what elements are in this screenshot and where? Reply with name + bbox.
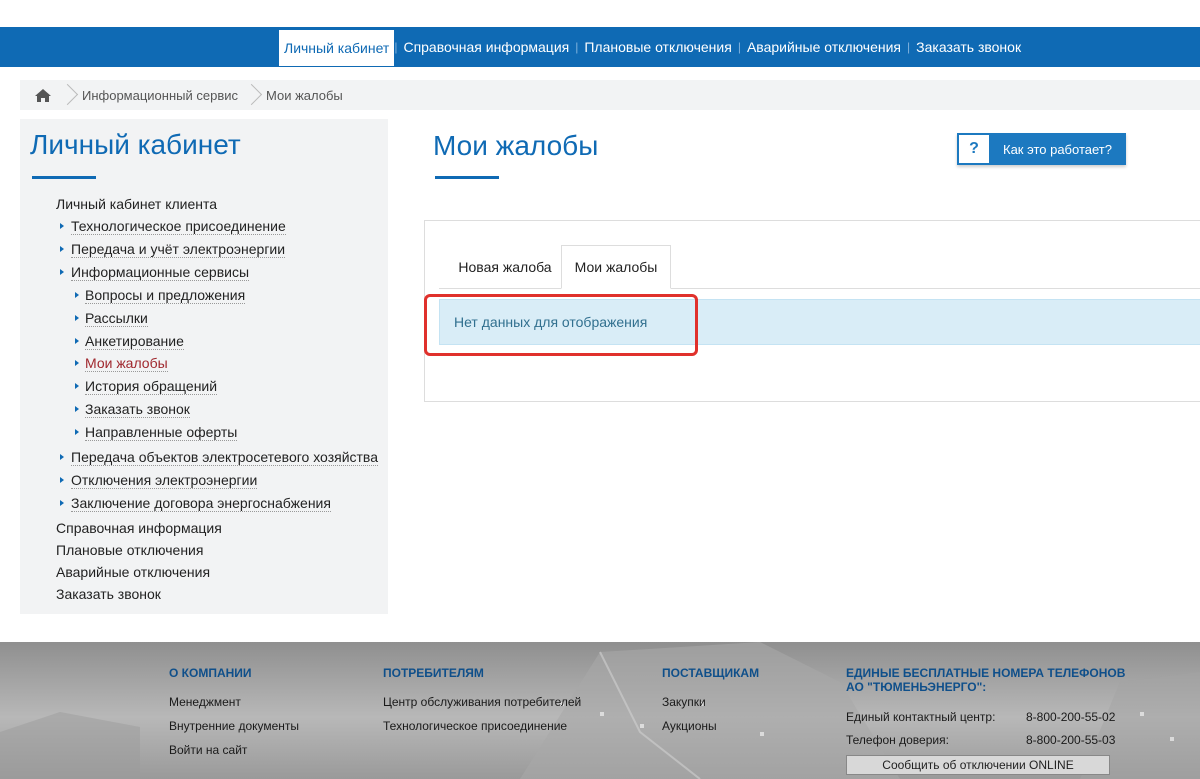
- breadcrumb-current: Мои жалобы: [266, 87, 343, 103]
- bullet-icon: [60, 269, 64, 275]
- bullet-icon: [60, 477, 64, 483]
- footer-phones-title-line2: АО "ТЮМЕНЬЭНЕРГО":: [846, 680, 987, 694]
- how-it-works-button[interactable]: ? Как это работает?: [957, 133, 1126, 165]
- footer-link-management[interactable]: Менеджмент: [169, 695, 241, 709]
- bullet-icon: [75, 383, 79, 389]
- footer-suppliers-title: ПОСТАВЩИКАМ: [662, 666, 760, 680]
- sidebar-item-emergency-outages[interactable]: Аварийные отключения: [56, 564, 210, 580]
- home-icon: [35, 88, 51, 102]
- bullet-icon: [60, 223, 64, 229]
- bullet-icon: [60, 500, 64, 506]
- sidebar-item-reference-info[interactable]: Справочная информация: [56, 520, 222, 536]
- nav-reference-info[interactable]: Справочная информация: [397, 27, 575, 67]
- sidebar-item-grid-transfer[interactable]: Передача объектов электросетевого хозяйс…: [71, 449, 378, 466]
- sidebar-item-info-services[interactable]: Информационные сервисы: [71, 264, 250, 281]
- sidebar-item-supply-contract[interactable]: Заключение договора энергоснабжения: [71, 495, 331, 512]
- breadcrumb: Информационный сервис Мои жалобы: [20, 80, 1200, 110]
- sidebar-item-request-history[interactable]: История обращений: [85, 378, 218, 395]
- nav-personal-account[interactable]: Личный кабинет: [279, 30, 395, 66]
- breadcrumb-separator: [246, 80, 258, 110]
- bullet-icon: [60, 454, 64, 460]
- sidebar-item-sent-offers[interactable]: Направленные оферты: [85, 424, 238, 441]
- top-navigation: Личный кабинет | Справочная информация |…: [0, 27, 1200, 67]
- footer: О КОМПАНИИ Менеджмент Внутренние докумен…: [0, 642, 1200, 779]
- footer-link-tech-connection[interactable]: Технологическое присоединение: [383, 719, 567, 733]
- footer-trust-line-number: 8-800-200-55-03: [1026, 733, 1116, 747]
- sidebar-item-order-call-sub[interactable]: Заказать звонок: [85, 401, 190, 418]
- bullet-icon: [75, 292, 79, 298]
- sidebar-item-questions[interactable]: Вопросы и предложения: [85, 287, 246, 304]
- sidebar-item-power-outages[interactable]: Отключения электроэнергии: [71, 472, 258, 489]
- footer-trust-line-label: Телефон доверия:: [846, 733, 949, 747]
- footer-link-auctions[interactable]: Аукционы: [662, 719, 717, 733]
- footer-phones-title-line1: ЕДИНЫЕ БЕСПЛАТНЫЕ НОМЕРА ТЕЛЕФОНОВ: [846, 666, 1126, 680]
- question-icon: ?: [959, 135, 989, 163]
- nav-planned-outages[interactable]: Плановые отключения: [578, 27, 737, 67]
- breadcrumb-separator: [62, 80, 74, 110]
- red-highlight-annotation: [424, 294, 698, 356]
- nav-order-call[interactable]: Заказать звонок: [910, 27, 1027, 67]
- footer-consumers-title: ПОТРЕБИТЕЛЯМ: [383, 666, 484, 680]
- footer-company-title: О КОМПАНИИ: [169, 666, 252, 680]
- bullet-icon: [60, 246, 64, 252]
- sidebar-item-my-complaints[interactable]: Мои жалобы: [85, 355, 168, 372]
- sidebar: Личный кабинет Личный кабинет клиента Те…: [20, 119, 388, 614]
- sidebar-item-mailings[interactable]: Рассылки: [85, 310, 148, 327]
- how-it-works-label: Как это работает?: [1003, 141, 1112, 157]
- report-outage-online-button[interactable]: Сообщить об отключении ONLINE: [846, 755, 1110, 775]
- footer-link-login[interactable]: Войти на сайт: [169, 743, 247, 757]
- tab-my-complaints[interactable]: Мои жалобы: [561, 245, 671, 289]
- sidebar-title-underline: [32, 176, 96, 179]
- sidebar-title: Личный кабинет: [30, 129, 241, 160]
- footer-link-procurement[interactable]: Закупки: [662, 695, 706, 709]
- footer-contact-center-label: Единый контактный центр:: [846, 710, 996, 724]
- top-nav-items: Личный кабинет | Справочная информация |…: [279, 27, 1027, 67]
- bullet-icon: [75, 360, 79, 366]
- sidebar-item-client-account[interactable]: Личный кабинет клиента: [56, 196, 217, 212]
- page-title: Мои жалобы: [433, 130, 599, 161]
- breadcrumb-info-service[interactable]: Информационный сервис: [74, 80, 246, 110]
- bullet-icon: [75, 429, 79, 435]
- footer-link-service-center[interactable]: Центр обслуживания потребителей: [383, 695, 581, 709]
- sidebar-item-tech-connection[interactable]: Технологическое присоединение: [71, 218, 286, 235]
- sidebar-item-surveys[interactable]: Анкетирование: [85, 333, 184, 350]
- sidebar-item-order-call[interactable]: Заказать звонок: [56, 586, 161, 602]
- footer-contact-center-number: 8-800-200-55-02: [1026, 710, 1116, 724]
- bullet-icon: [75, 338, 79, 344]
- page-title-underline: [435, 176, 499, 179]
- sidebar-item-energy-transfer[interactable]: Передача и учёт электроэнергии: [71, 241, 286, 258]
- sidebar-item-planned-outages[interactable]: Плановые отключения: [56, 542, 203, 558]
- tab-new-complaint[interactable]: Новая жалоба: [439, 245, 571, 289]
- bullet-icon: [75, 406, 79, 412]
- home-link[interactable]: [20, 80, 62, 110]
- bullet-icon: [75, 315, 79, 321]
- nav-emergency-outages[interactable]: Аварийные отключения: [741, 27, 907, 67]
- footer-link-internal-docs[interactable]: Внутренние документы: [169, 719, 299, 733]
